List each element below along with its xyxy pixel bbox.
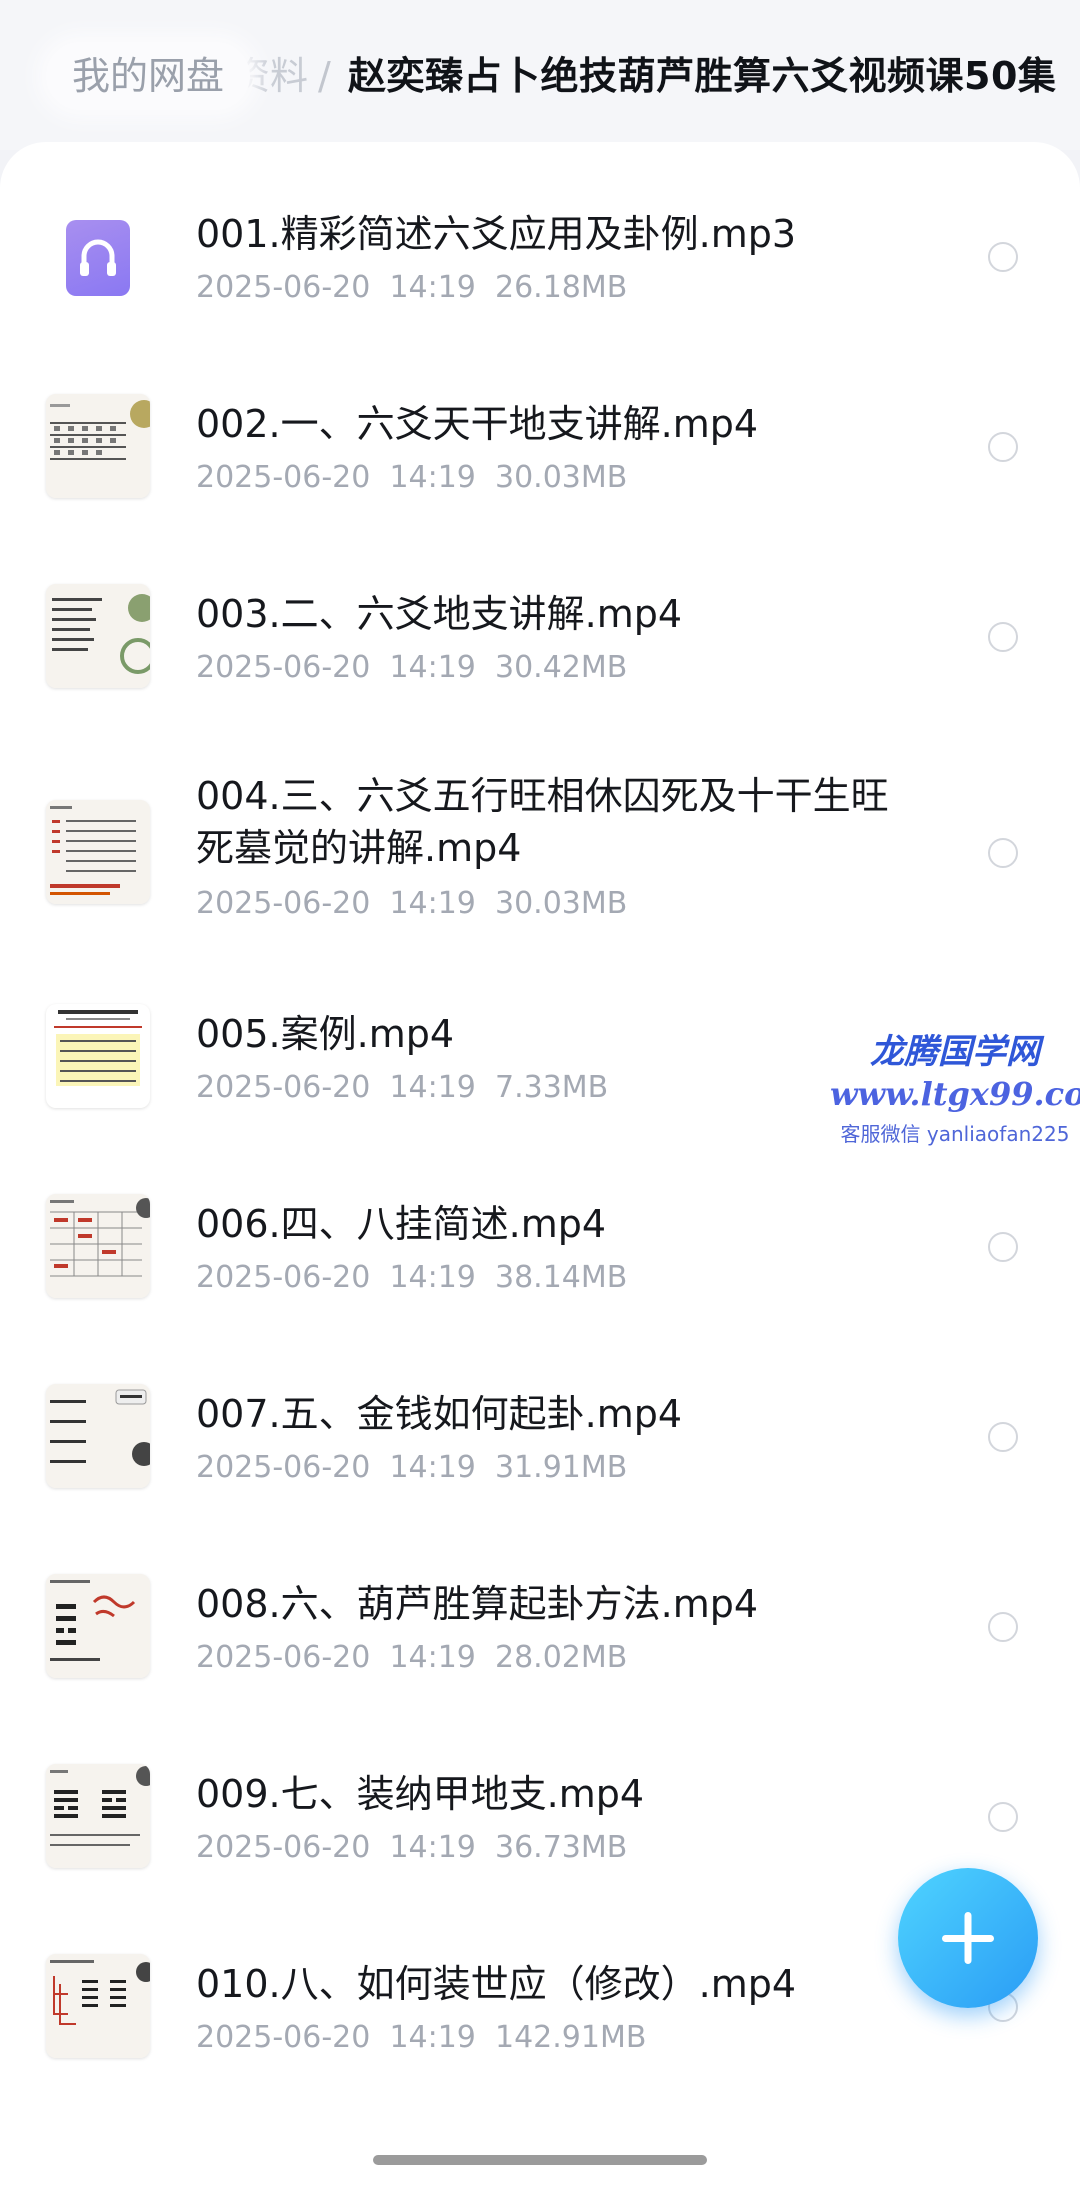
file-date: 2025-06-20 [196, 1260, 371, 1295]
file-time: 14:19 [389, 1830, 476, 1865]
file-name: 001.精彩简述六爻应用及卦例.mp3 [196, 212, 797, 256]
breadcrumb: 资料 / 赵奕臻占卜绝技葫芦胜算六爻视频课50集 我的网盘 [0, 0, 1080, 150]
file-time: 14:19 [389, 460, 476, 495]
file-time: 14:19 [389, 650, 476, 685]
file-time: 14:19 [389, 886, 476, 921]
video-thumbnail [46, 1954, 150, 2058]
file-meta: 2025-06-20 14:19 30.03MB [196, 884, 627, 924]
audio-file-icon [66, 220, 130, 296]
file-time: 14:19 [389, 2020, 476, 2055]
select-radio[interactable] [988, 1422, 1018, 1452]
file-date: 2025-06-20 [196, 1450, 371, 1485]
video-thumbnail [46, 394, 150, 498]
select-radio[interactable] [988, 838, 1018, 868]
file-meta: 2025-06-20 14:19 31.91MB [196, 1448, 627, 1488]
file-size: 26.18MB [494, 270, 628, 305]
home-indicator[interactable] [373, 2155, 707, 2165]
file-time: 14:19 [389, 1070, 476, 1105]
add-button[interactable] [898, 1868, 1038, 2008]
video-thumbnail [46, 800, 150, 904]
file-name: 006.四、八挂简述.mp4 [196, 1202, 607, 1246]
file-name: 010.八、如何装世应（修改）.mp4 [196, 1962, 797, 2006]
video-thumbnail [46, 1764, 150, 1868]
file-name: 002.一、六爻天干地支讲解.mp4 [196, 402, 759, 446]
file-date: 2025-06-20 [196, 2020, 371, 2055]
file-name: 009.七、装纳甲地支.mp4 [196, 1772, 645, 1816]
file-date: 2025-06-20 [196, 460, 371, 495]
file-date: 2025-06-20 [196, 1070, 371, 1105]
file-size: 30.03MB [494, 886, 628, 921]
select-radio[interactable] [988, 1232, 1018, 1262]
file-name: 007.五、金钱如何起卦.mp4 [196, 1392, 683, 1436]
file-name: 008.六、葫芦胜算起卦方法.mp4 [196, 1582, 759, 1626]
file-time: 14:19 [389, 270, 476, 305]
file-time: 14:19 [389, 1260, 476, 1295]
file-size: 36.73MB [494, 1830, 628, 1865]
breadcrumb-root-my-drive[interactable]: 我的网盘 [46, 42, 251, 110]
file-size: 7.33MB [494, 1070, 609, 1105]
plus-icon [942, 1912, 994, 1964]
file-meta: 2025-06-20 14:19 28.02MB [196, 1638, 627, 1678]
video-thumbnail [46, 1574, 150, 1678]
select-radio[interactable] [988, 1612, 1018, 1642]
select-radio[interactable] [988, 242, 1018, 272]
video-thumbnail [46, 1384, 150, 1488]
file-meta: 2025-06-20 14:19 7.33MB [196, 1068, 608, 1108]
file-size: 30.42MB [494, 650, 628, 685]
file-date: 2025-06-20 [196, 270, 371, 305]
watermark-url: www.ltgx99.com [830, 1075, 1080, 1113]
file-meta: 2025-06-20 14:19 142.91MB [196, 2018, 646, 2058]
breadcrumb-separator: / [318, 54, 331, 98]
select-radio[interactable] [988, 432, 1018, 462]
file-meta: 2025-06-20 14:19 26.18MB [196, 268, 627, 308]
file-size: 30.03MB [494, 460, 628, 495]
watermark: 龙腾国学网 www.ltgx99.com 客服微信 yanliaofan225 [830, 1030, 1080, 1150]
file-time: 14:19 [389, 1640, 476, 1675]
file-date: 2025-06-20 [196, 1830, 371, 1865]
watermark-title: 龙腾国学网 [870, 1032, 1040, 1072]
file-name: 005.案例.mp4 [196, 1012, 455, 1056]
video-thumbnail [46, 1194, 150, 1298]
file-date: 2025-06-20 [196, 650, 371, 685]
file-size: 38.14MB [494, 1260, 628, 1295]
file-time: 14:19 [389, 1450, 476, 1485]
file-size: 31.91MB [494, 1450, 628, 1485]
file-meta: 2025-06-20 14:19 30.03MB [196, 458, 627, 498]
file-size: 142.91MB [494, 2020, 647, 2055]
file-name: 003.二、六爻地支讲解.mp4 [196, 592, 683, 636]
file-date: 2025-06-20 [196, 1640, 371, 1675]
file-date: 2025-06-20 [196, 886, 371, 921]
file-name: 004.三、六爻五行旺相休囚死及十干生旺死墓觉的讲解.mp4 [196, 774, 889, 870]
file-meta: 2025-06-20 14:19 30.42MB [196, 648, 627, 688]
video-thumbnail [46, 1004, 150, 1108]
select-radio[interactable] [988, 1802, 1018, 1832]
video-thumbnail [46, 584, 150, 688]
watermark-contact: 客服微信 yanliaofan225 [840, 1122, 1070, 1146]
file-meta: 2025-06-20 14:19 38.14MB [196, 1258, 627, 1298]
file-meta: 2025-06-20 14:19 36.73MB [196, 1828, 627, 1868]
breadcrumb-current-folder: 赵奕臻占卜绝技葫芦胜算六爻视频课50集 [348, 54, 1057, 98]
select-radio[interactable] [988, 622, 1018, 652]
file-size: 28.02MB [494, 1640, 628, 1675]
